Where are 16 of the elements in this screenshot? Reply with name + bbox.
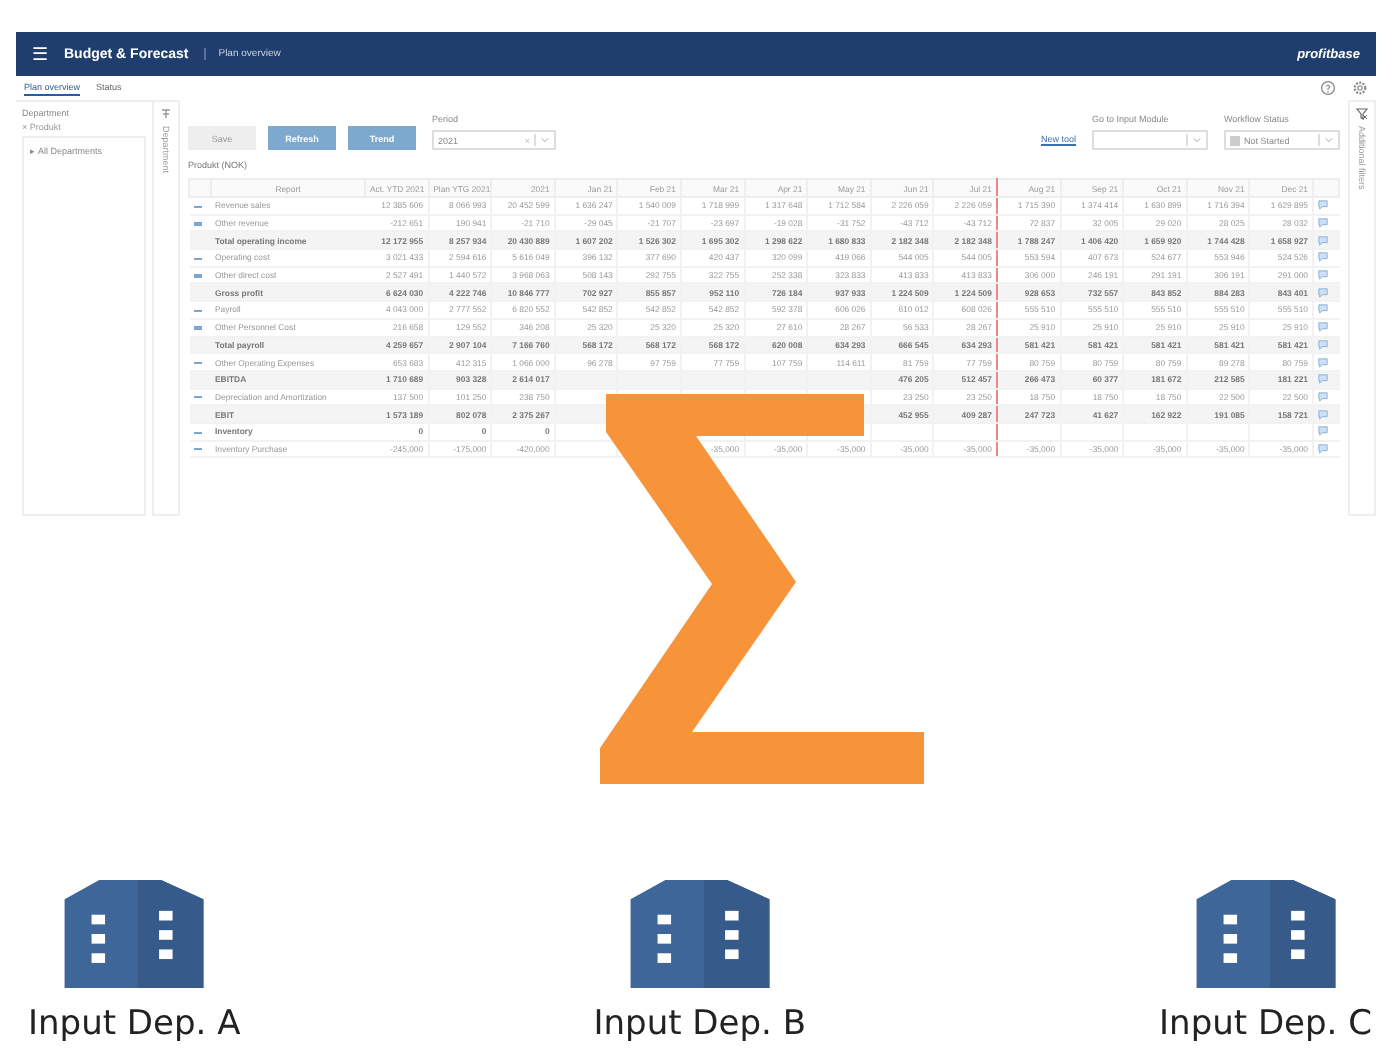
department-label: Input Dep. A bbox=[28, 1004, 241, 1044]
department-label: Input Dep. B bbox=[593, 1004, 806, 1044]
department-label: Input Dep. C bbox=[1159, 1004, 1372, 1044]
building-icon bbox=[64, 880, 205, 988]
building-icon bbox=[629, 880, 770, 988]
menu-icon[interactable]: ☰ bbox=[32, 44, 48, 64]
pin-icon[interactable] bbox=[160, 108, 172, 120]
input-module-select[interactable] bbox=[1092, 130, 1208, 150]
caret-icon[interactable] bbox=[540, 136, 550, 144]
building-icon bbox=[1195, 880, 1336, 988]
caret-icon[interactable] bbox=[1324, 136, 1334, 144]
help-icon[interactable] bbox=[1320, 80, 1336, 96]
filter-clear-icon[interactable] bbox=[1356, 108, 1368, 120]
caret-icon[interactable] bbox=[1192, 136, 1202, 144]
settings-icon[interactable] bbox=[1352, 80, 1368, 96]
sigma-icon bbox=[596, 392, 928, 786]
